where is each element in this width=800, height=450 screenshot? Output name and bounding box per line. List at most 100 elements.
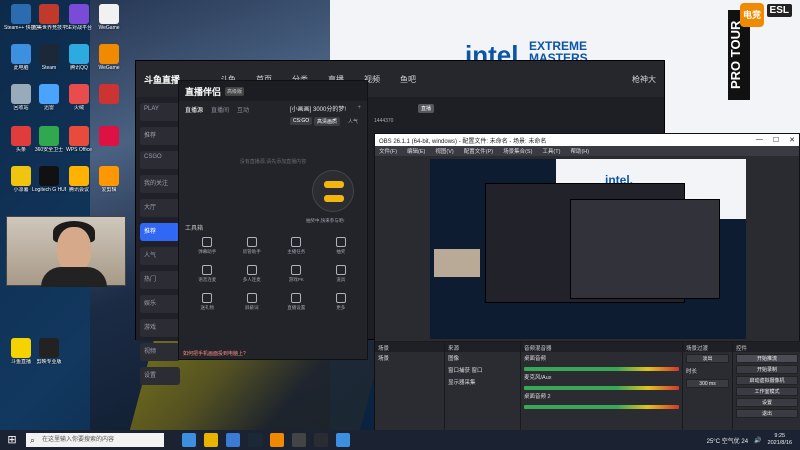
desktop-icon[interactable] xyxy=(92,84,126,105)
esl-logo: ESL xyxy=(766,4,792,17)
tool-item[interactable]: 直播设置 xyxy=(274,293,319,311)
tool-item[interactable]: 送礼物 xyxy=(185,293,230,311)
taskbar-search-input[interactable]: 在这里输入你要搜索的内容 xyxy=(26,433,164,447)
sidebar-item[interactable]: PLAY xyxy=(140,103,180,121)
windows-start-icon[interactable]: ⊞ xyxy=(4,432,20,448)
desktop-icon[interactable]: Logitech G HUB xyxy=(32,166,66,193)
source-item[interactable]: 窗口捕获 窗口 xyxy=(445,364,520,376)
sidebar-item[interactable]: 热门 xyxy=(140,271,180,289)
sidebar-item[interactable]: 娱乐 xyxy=(140,295,180,313)
helper-notice[interactable]: 如何把手机画面投到电脑上? xyxy=(183,350,246,357)
scene-item[interactable]: 场景 xyxy=(375,352,444,364)
helper-tab[interactable]: 直播源 xyxy=(185,105,203,114)
desktop-icon[interactable]: WeGame xyxy=(92,44,126,71)
helper-tab[interactable]: 互动 xyxy=(237,105,249,114)
exit-button[interactable]: 退出 xyxy=(736,409,798,418)
taskbar-app-icon[interactable] xyxy=(248,433,262,447)
desktop-icon[interactable]: Steam xyxy=(32,44,66,71)
desktop-icon[interactable]: 腾讯QQ xyxy=(62,44,96,71)
desktop-icon[interactable]: 火绒 xyxy=(62,84,96,111)
obs-menu-item[interactable]: 帮助(H) xyxy=(570,147,589,155)
game-chip[interactable]: CS:GO xyxy=(290,117,313,125)
room-title: [小画画] 3000分的梦! xyxy=(290,107,347,113)
settings-button[interactable]: 设置 xyxy=(736,398,798,407)
tool-item[interactable]: 抽奖 xyxy=(319,237,364,255)
duration-input[interactable]: 300 ms xyxy=(686,379,729,388)
volume-icon[interactable]: 🔊 xyxy=(754,437,761,444)
transition-select[interactable]: 淡出 xyxy=(686,354,729,363)
stop-live-button[interactable] xyxy=(324,195,344,202)
sidebar-item[interactable]: 游戏 xyxy=(140,319,180,337)
helper-header: 直播伴侣 高级版 xyxy=(179,81,367,101)
obs-preview[interactable]: intel. xyxy=(430,159,746,339)
mixer-track-name: 麦克风/Aux xyxy=(524,375,552,381)
desktop-icon[interactable]: 剪映专业版 xyxy=(32,338,66,365)
helper-add-tab[interactable]: + xyxy=(357,105,361,114)
app-username[interactable]: 枪神大 xyxy=(632,74,656,85)
obs-menu-item[interactable]: 配置文件(P) xyxy=(464,147,493,155)
start-live-circle[interactable] xyxy=(312,170,354,212)
helper-tab[interactable]: 直播间 xyxy=(211,105,229,114)
source-item[interactable]: 图像 xyxy=(445,352,520,364)
start-live-button[interactable] xyxy=(324,181,344,188)
sidebar-item[interactable]: 人气 xyxy=(140,247,180,265)
taskbar-app-icon[interactable] xyxy=(336,433,350,447)
studio-mode-button[interactable]: 工作室模式 xyxy=(736,387,798,396)
clock-time: 9:25 xyxy=(774,433,786,439)
clock[interactable]: 9:25 2021/8/16 xyxy=(768,433,792,447)
desktop-icon[interactable]: WeGame xyxy=(92,4,126,31)
taskbar-app-icon[interactable] xyxy=(204,433,218,447)
sidebar-item[interactable]: 推荐 xyxy=(140,223,180,241)
quality-chip[interactable]: 高清画质 xyxy=(314,117,341,126)
taskbar-app-icon[interactable] xyxy=(226,433,240,447)
app-icon xyxy=(69,126,89,146)
tool-item[interactable]: 主播任务 xyxy=(274,237,319,255)
desktop-icon[interactable]: 完美世界竞技平台 xyxy=(32,4,66,31)
obs-menu-item[interactable]: 工具(T) xyxy=(542,147,560,155)
taskbar-app-icon[interactable] xyxy=(182,433,196,447)
sidebar-item[interactable]: 视频 xyxy=(140,343,180,361)
weather-text[interactable]: 25°C 空气优 24 xyxy=(707,436,748,445)
obs-menu-item[interactable]: 编辑(E) xyxy=(407,147,425,155)
tool-item[interactable]: 房管助手 xyxy=(230,237,275,255)
taskbar-app-icon[interactable] xyxy=(292,433,306,447)
virtual-camera-button[interactable]: 启动虚拟摄像机 xyxy=(736,376,798,385)
desktop-icon[interactable]: 迅雷 xyxy=(32,84,66,111)
sidebar-item[interactable]: CSGO xyxy=(140,151,180,169)
tool-item[interactable]: 屏蔽词 xyxy=(230,293,275,311)
obs-menu-item[interactable]: 视图(V) xyxy=(435,147,453,155)
sidebar-item[interactable]: 大厅 xyxy=(140,199,180,217)
maximize-icon[interactable]: ☐ xyxy=(773,136,779,144)
app-tab[interactable]: 鱼吧 xyxy=(400,74,416,85)
start-recording-button[interactable]: 开始录制 xyxy=(736,365,798,374)
obs-window[interactable]: OBS 26.1.1 (64-bit, windows) - 配置文件: 未命名… xyxy=(374,133,800,432)
webcam-body xyxy=(41,267,107,287)
sidebar-item[interactable]: 我的关注 xyxy=(140,175,180,193)
desktop-icon-label: WeGame xyxy=(98,25,120,31)
tool-item[interactable]: 游戏PK xyxy=(274,265,319,283)
desktop-icon[interactable] xyxy=(92,126,126,147)
taskbar-app-icon[interactable] xyxy=(270,433,284,447)
start-streaming-button[interactable]: 开始推流 xyxy=(736,354,798,363)
tool-item[interactable]: 多人连麦 xyxy=(230,265,275,283)
source-item[interactable]: 显示器采集 xyxy=(445,376,520,388)
sidebar-item[interactable]: 设置 xyxy=(140,367,180,385)
minimize-icon[interactable]: — xyxy=(756,136,763,144)
desktop-icon[interactable]: 360安全卫士 xyxy=(32,126,66,153)
tool-label: 更多 xyxy=(336,305,346,310)
tool-item[interactable]: 弹幕助手 xyxy=(185,237,230,255)
taskbar-app-icon[interactable] xyxy=(314,433,328,447)
obs-menu-item[interactable]: 场景集合(S) xyxy=(503,147,532,155)
desktop-icon[interactable]: 5E对战平台 xyxy=(62,4,96,31)
tool-icon xyxy=(335,293,346,303)
desktop-icon[interactable]: WPS Office xyxy=(62,126,96,153)
desktop-icon[interactable]: 爱剪辑 xyxy=(92,166,126,193)
desktop-icon[interactable]: 腾讯会议 xyxy=(62,166,96,193)
sidebar-item[interactable]: 推荐 xyxy=(140,127,180,145)
close-icon[interactable]: ✕ xyxy=(789,136,795,144)
obs-menu-item[interactable]: 文件(F) xyxy=(379,147,397,155)
tool-item[interactable]: 语音连麦 xyxy=(185,265,230,283)
tool-label: 道具 xyxy=(336,277,346,282)
tool-item[interactable]: 道具 xyxy=(319,265,364,283)
tool-item[interactable]: 更多 xyxy=(319,293,364,311)
